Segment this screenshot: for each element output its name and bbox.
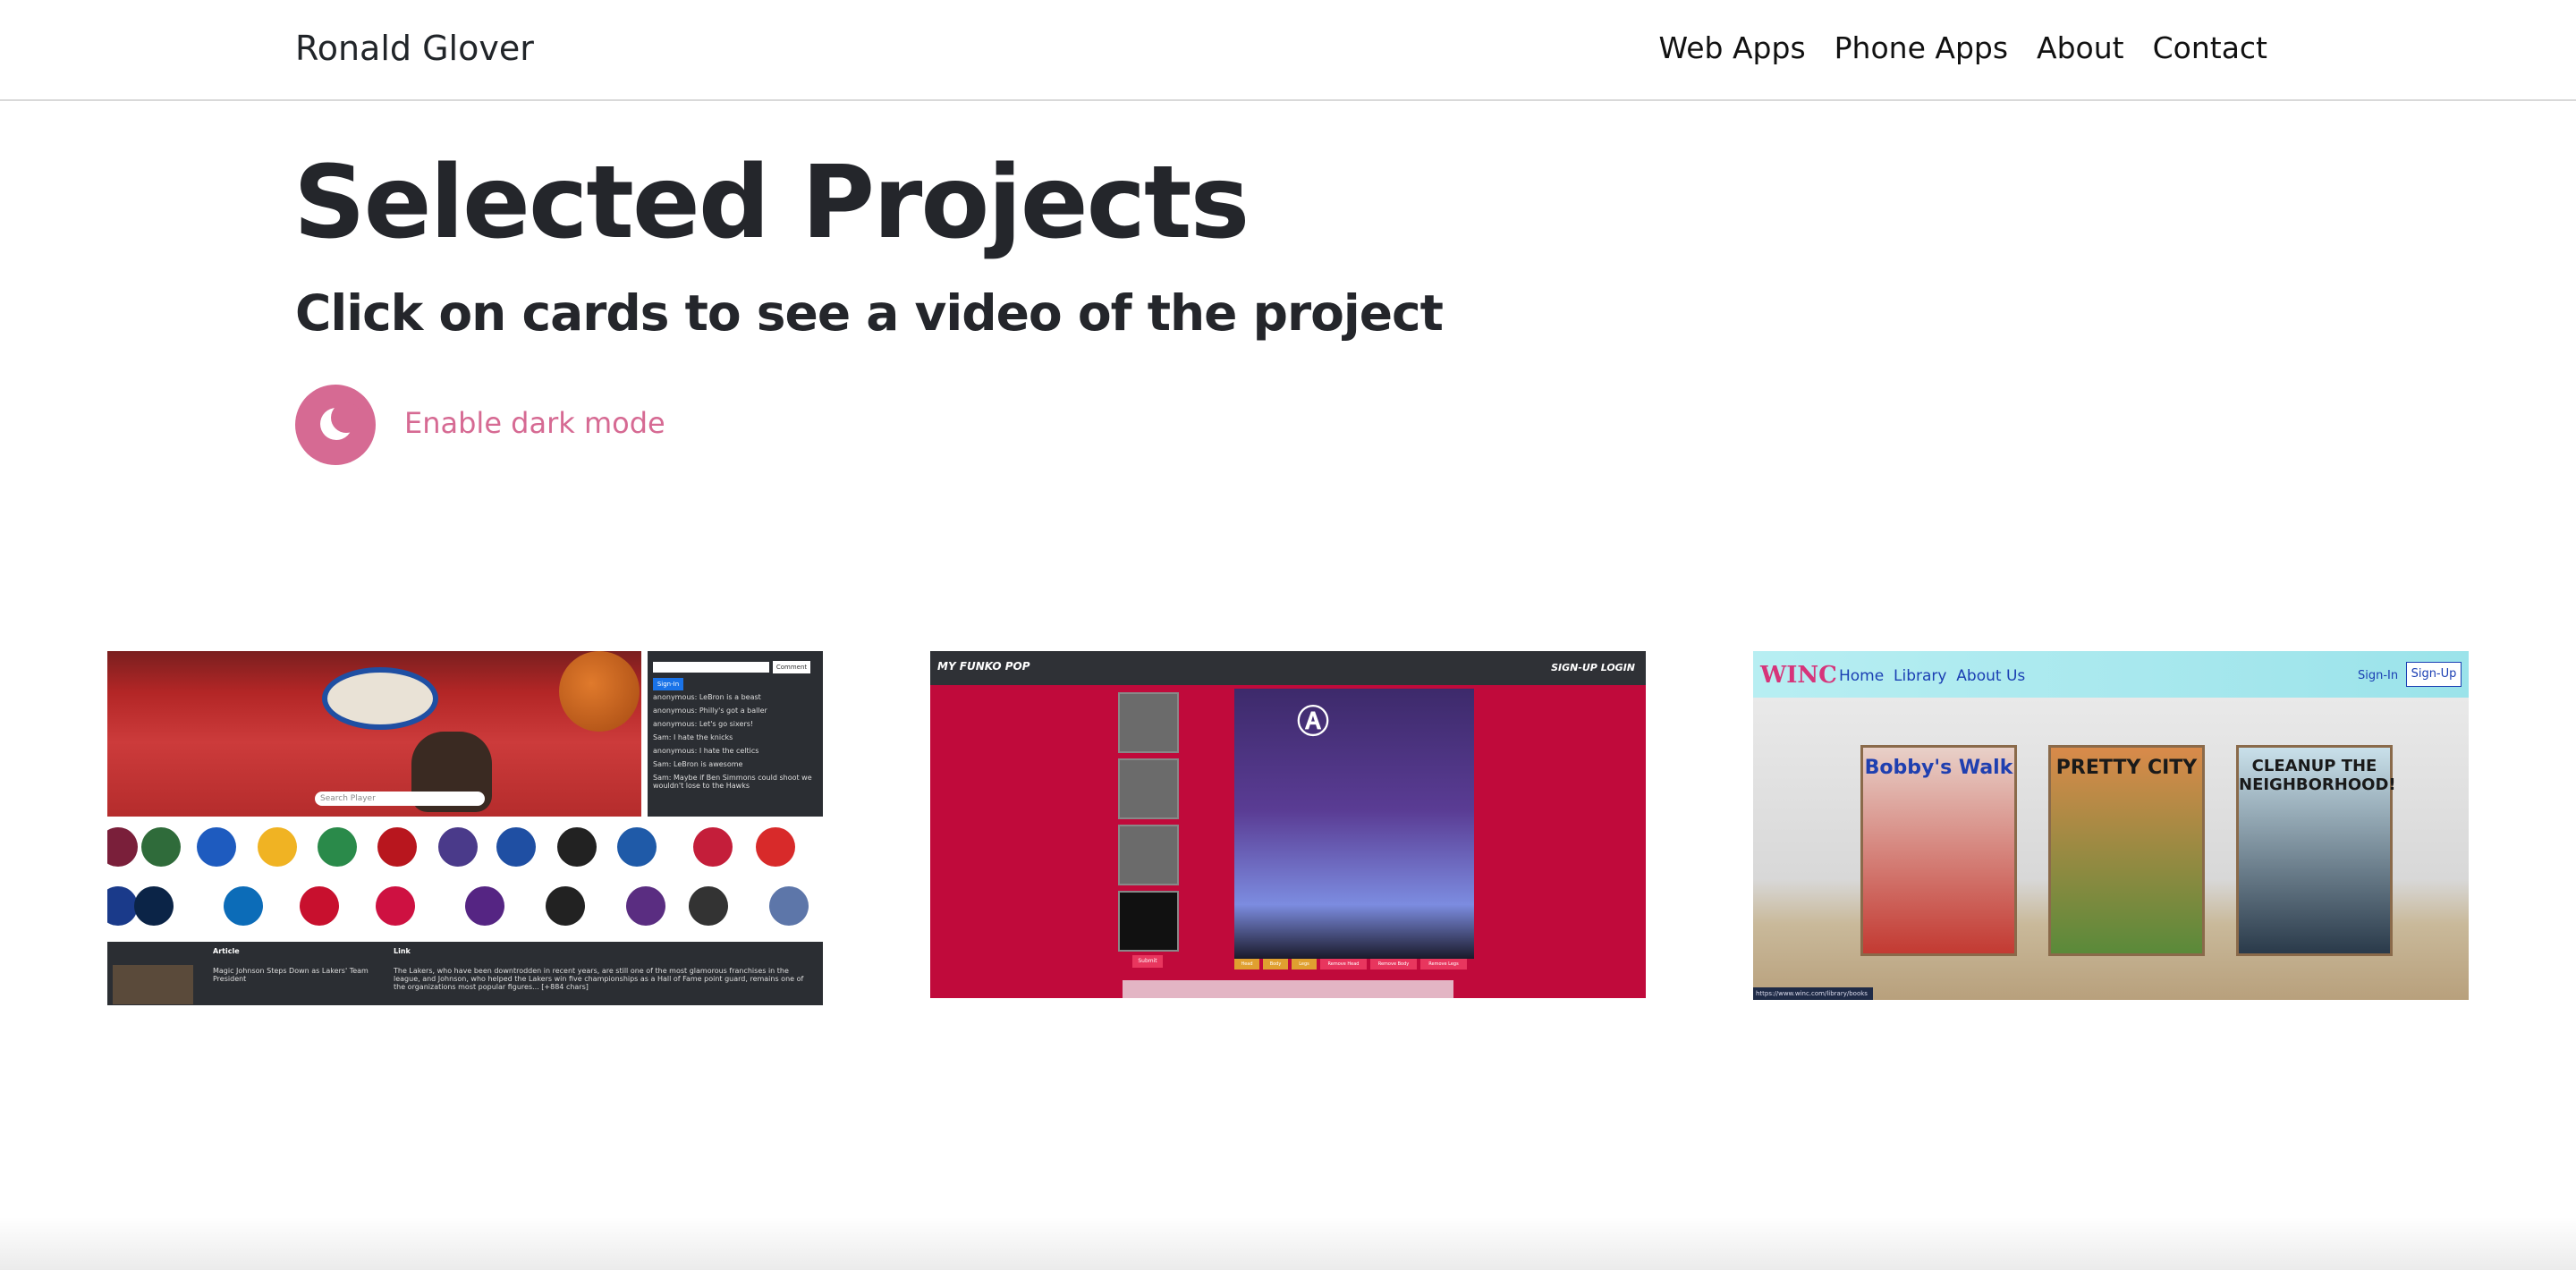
nav-web-apps[interactable]: Web Apps bbox=[1659, 30, 1806, 65]
funko-button: Body bbox=[1263, 959, 1288, 969]
funko-preview-thumb bbox=[1118, 891, 1179, 952]
nav-contact[interactable]: Contact bbox=[2153, 30, 2267, 65]
nav-about[interactable]: About bbox=[2037, 30, 2124, 65]
book-cover: CLEANUP THE NEIGHBORHOOD! bbox=[2236, 745, 2396, 956]
funko-button: Head bbox=[1234, 959, 1259, 969]
funko-body-thumb bbox=[1118, 758, 1179, 819]
court-image: Search Player bbox=[107, 651, 641, 817]
avengers-poster: Ⓐ bbox=[1234, 689, 1474, 959]
player-search-input: Search Player bbox=[315, 792, 485, 806]
navbar: Ronald Glover Web Apps Phone Apps About … bbox=[0, 0, 2576, 101]
status-url: https://www.winc.com/library/books bbox=[1753, 987, 1873, 1000]
funko-button: Remove Legs bbox=[1420, 959, 1467, 969]
winc-links: Home Library About Us bbox=[1839, 667, 2025, 685]
team-logo-icon bbox=[107, 886, 138, 926]
team-logo-icon bbox=[693, 827, 733, 867]
chat-line: Sam: Maybe if Ben Simmons could shoot we… bbox=[653, 774, 812, 790]
funko-logo: MY FUNKO POP bbox=[937, 660, 1030, 673]
funko-button: Remove Head bbox=[1320, 959, 1367, 969]
dark-mode-label[interactable]: Enable dark mode bbox=[404, 406, 665, 440]
team-logo-icon bbox=[496, 827, 536, 867]
funko-buttons: Head Body Legs Remove Head Remove Body R… bbox=[1234, 959, 1474, 971]
team-logo-icon bbox=[107, 827, 138, 867]
funko-head-thumb bbox=[1118, 692, 1179, 753]
winc-sign-up: Sign-Up bbox=[2406, 662, 2462, 687]
project-card-winc[interactable]: WINC Home Library About Us Sign-In Sign-… bbox=[1753, 651, 2469, 1000]
avengers-a-icon: Ⓐ bbox=[1297, 704, 1330, 741]
winc-link-home: Home bbox=[1839, 667, 1885, 685]
team-logo-icon bbox=[756, 827, 795, 867]
articles-table: Article Link Magic Johnson Steps Down as… bbox=[107, 942, 823, 1005]
basketball-icon bbox=[559, 651, 640, 732]
chat-line: anonymous: LeBron is a beast bbox=[653, 693, 761, 701]
team-logo-icon bbox=[557, 827, 597, 867]
team-logo-icon bbox=[617, 827, 657, 867]
book-title: PRETTY CITY bbox=[2055, 757, 2198, 779]
book-title: CLEANUP THE NEIGHBORHOOD! bbox=[2239, 757, 2396, 794]
comment-button: Comment bbox=[773, 661, 810, 673]
team-logo-icon bbox=[546, 886, 585, 926]
chat-line: Sam: LeBron is awesome bbox=[653, 760, 743, 768]
team-logo-icon bbox=[318, 827, 357, 867]
team-logo-icon bbox=[377, 827, 417, 867]
article-text: The Lakers, who have been downtrodden in… bbox=[394, 967, 804, 991]
bottom-shadow bbox=[0, 1216, 2576, 1270]
team-logo-icon bbox=[197, 827, 236, 867]
book-title: Bobby's Walk bbox=[1864, 757, 2013, 779]
project-card-nba[interactable]: Search Player Comment Sign-In anonymous:… bbox=[107, 651, 823, 1005]
winc-link-about: About Us bbox=[1956, 667, 2026, 685]
team-logo-icon bbox=[141, 827, 181, 867]
dark-mode-toggle[interactable] bbox=[295, 385, 376, 465]
chat-input bbox=[653, 662, 769, 673]
book-cover: Bobby's Walk bbox=[1860, 745, 2017, 956]
winc-navbar: WINC Home Library About Us Sign-In Sign-… bbox=[1753, 651, 2469, 698]
funko-button: Legs bbox=[1292, 959, 1317, 969]
page-subtitle: Click on cards to see a video of the pro… bbox=[295, 284, 1444, 342]
book-cover: PRETTY CITY bbox=[2048, 745, 2205, 956]
winc-link-library: Library bbox=[1894, 667, 1947, 685]
nav-links: Web Apps Phone Apps About Contact bbox=[1659, 30, 2267, 65]
team-logo-icon bbox=[626, 886, 665, 926]
team-logo-icon bbox=[134, 886, 174, 926]
nav-phone-apps[interactable]: Phone Apps bbox=[1835, 30, 2008, 65]
table-header: Link bbox=[394, 947, 411, 955]
project-card-funko[interactable]: MY FUNKO POP SIGN-UP LOGIN Submit Ⓐ Head… bbox=[930, 651, 1646, 998]
article-thumbnail bbox=[113, 965, 193, 1004]
team-logo-icon bbox=[689, 886, 728, 926]
team-logo-icon bbox=[438, 827, 478, 867]
team-logo-icon bbox=[300, 886, 339, 926]
chat-line: anonymous: Philly's got a baller bbox=[653, 707, 767, 715]
team-logo-icon bbox=[224, 886, 263, 926]
brand-name[interactable]: Ronald Glover bbox=[295, 29, 534, 68]
team-logos bbox=[107, 817, 823, 942]
funko-submit-button: Submit bbox=[1132, 955, 1163, 968]
chat-panel: Comment Sign-In anonymous: LeBron is a b… bbox=[648, 651, 823, 817]
team-logo-icon bbox=[258, 827, 297, 867]
chat-line: Sam: I hate the knicks bbox=[653, 733, 733, 741]
funko-legs-thumb bbox=[1118, 825, 1179, 885]
chat-line: anonymous: Let's go sixers! bbox=[653, 720, 754, 728]
team-logo-icon bbox=[465, 886, 504, 926]
team-logo-icon bbox=[769, 886, 809, 926]
team-logo-icon bbox=[376, 886, 415, 926]
chat-line: anonymous: I hate the celtics bbox=[653, 747, 759, 755]
funko-navbar: MY FUNKO POP SIGN-UP LOGIN bbox=[930, 651, 1646, 685]
funko-footer bbox=[1123, 980, 1453, 998]
sign-in-button: Sign-In bbox=[653, 678, 683, 690]
winc-sign-in: Sign-In bbox=[2358, 669, 2399, 682]
page-title: Selected Projects bbox=[293, 145, 1250, 261]
funko-button: Remove Body bbox=[1370, 959, 1417, 969]
article-title: Magic Johnson Steps Down as Lakers' Team… bbox=[213, 967, 369, 983]
chat-list: anonymous: LeBron is a beast anonymous: … bbox=[648, 690, 823, 792]
table-header: Article bbox=[213, 947, 240, 955]
winc-logo: WINC bbox=[1760, 662, 1837, 689]
funko-nav: SIGN-UP LOGIN bbox=[1551, 662, 1635, 673]
